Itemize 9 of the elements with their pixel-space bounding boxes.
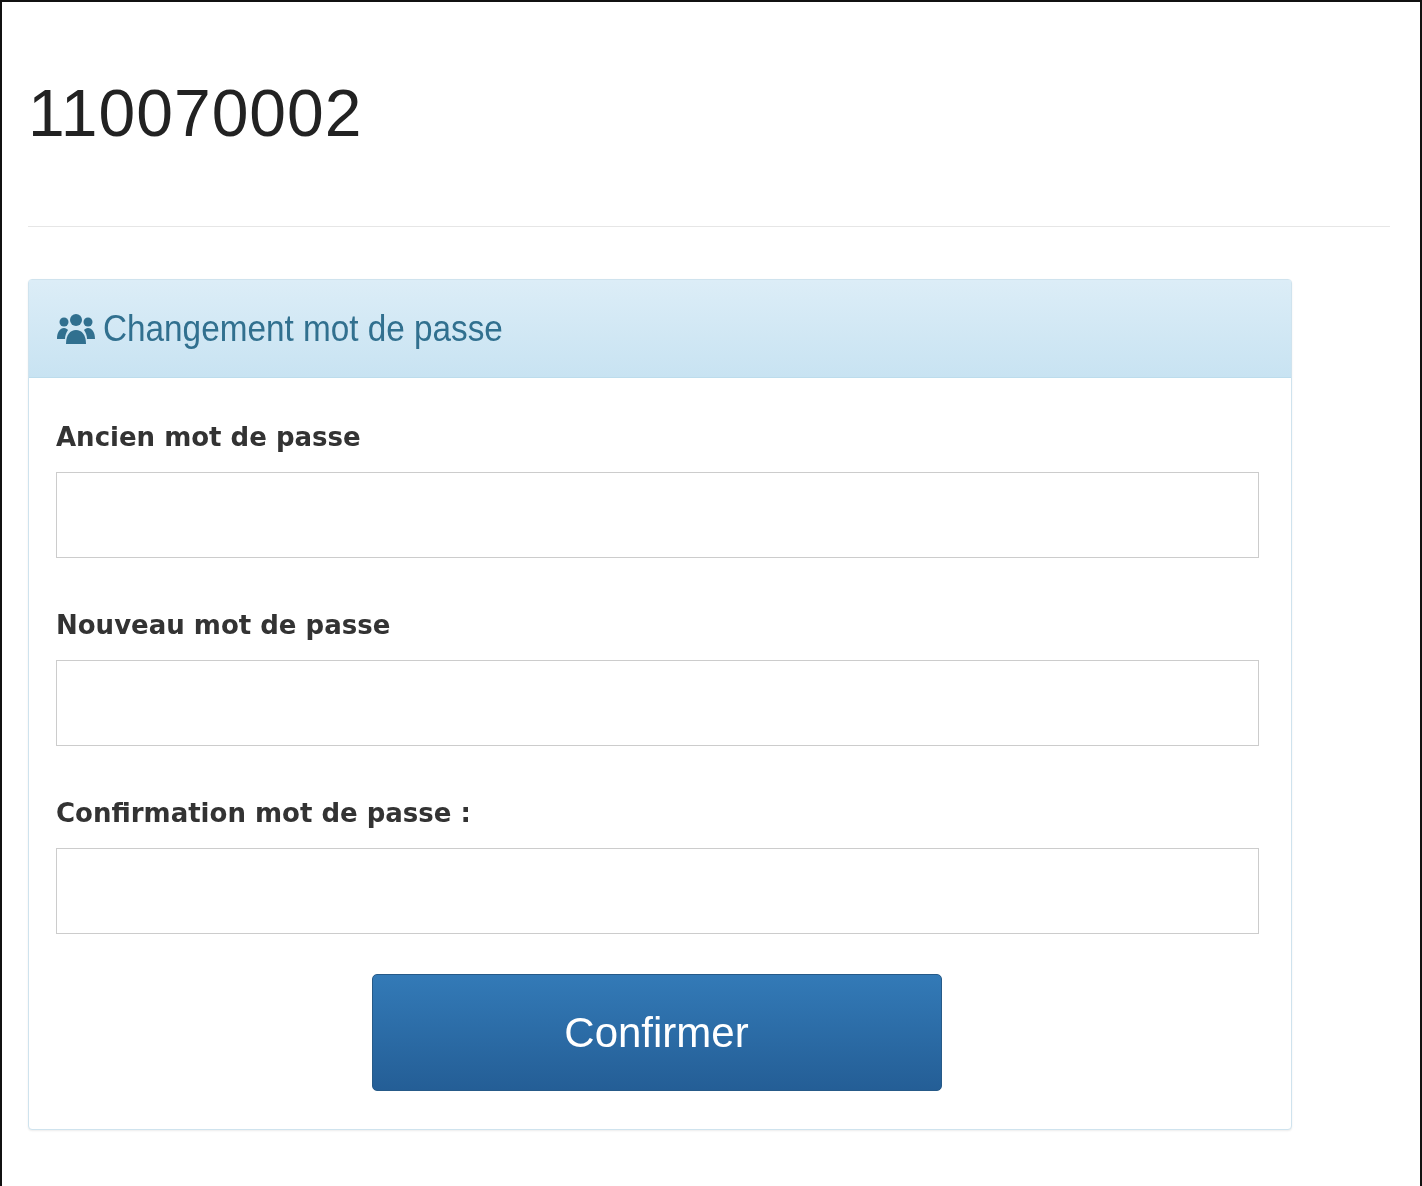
page-title: 110070002 — [28, 80, 364, 144]
field-label: Nouveau mot de passe — [56, 610, 392, 640]
field-label: Ancien mot de passe — [56, 422, 362, 452]
password-field[interactable] — [56, 660, 1259, 746]
password-field[interactable] — [56, 848, 1259, 934]
password-field[interactable] — [56, 472, 1259, 558]
panel-title: Changement mot de passe — [103, 307, 503, 350]
field-label: Confirmation mot de passe : — [56, 798, 472, 828]
confirm-button[interactable]: Confirmer — [371, 974, 942, 1091]
